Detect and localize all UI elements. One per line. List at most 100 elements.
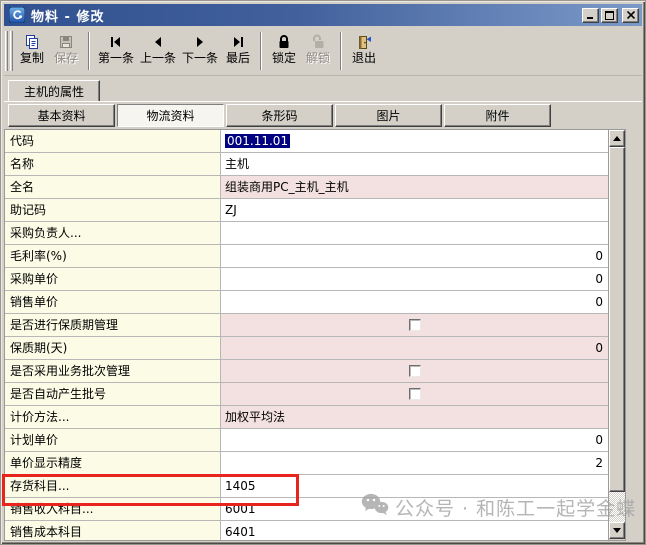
- vertical-scrollbar[interactable]: [608, 130, 625, 540]
- unlock-button[interactable]: 解锁: [301, 31, 335, 66]
- page-tab-label: 主机的属性: [24, 83, 84, 100]
- toolbar-separator: [260, 32, 262, 70]
- subtab-label: 条形码: [261, 107, 297, 124]
- table-row: 是否自动产生批号: [5, 383, 608, 406]
- tab-logistics-info[interactable]: 物流资料: [117, 104, 224, 127]
- table-row: 助记码ZJ: [5, 199, 608, 222]
- kingdee-logo-icon: [9, 7, 25, 23]
- row-label: 销售成本科目: [5, 521, 221, 540]
- toolbar-button-label: 下一条: [182, 50, 218, 66]
- row-label: 采购单价: [5, 268, 221, 290]
- scroll-up-button[interactable]: [609, 130, 625, 147]
- row-value[interactable]: ZJ: [221, 199, 608, 221]
- property-grid: 代码001.11.01名称主机全名组装商用PC_主机_主机助记码ZJ采购负责人.…: [4, 129, 626, 541]
- scroll-up-icon: [613, 136, 621, 141]
- exit-button[interactable]: 退出: [347, 31, 381, 66]
- row-value[interactable]: 001.11.01: [221, 130, 608, 152]
- subtab-label: 物流资料: [146, 107, 194, 124]
- next-record-icon: [192, 33, 208, 50]
- wechat-icon: [361, 493, 389, 521]
- watermark: 公众号 · 和陈工一起学金蝶: [361, 493, 636, 521]
- copy-icon: [24, 33, 40, 50]
- first-record-icon: [108, 33, 124, 50]
- subtab-label: 图片: [376, 107, 400, 124]
- subtab-strip: 基本资料 物流资料 条形码 图片 附件: [8, 104, 551, 127]
- checkbox[interactable]: [409, 365, 421, 377]
- maximize-icon: [605, 11, 614, 20]
- toolbar-button-label: 第一条: [98, 50, 134, 66]
- tab-attachment[interactable]: 附件: [444, 104, 551, 127]
- row-value[interactable]: 6401: [221, 521, 608, 540]
- copy-button[interactable]: 复制: [15, 31, 49, 66]
- table-row: 是否进行保质期管理: [5, 314, 608, 337]
- row-label: 是否进行保质期管理: [5, 314, 221, 336]
- scroll-down-button[interactable]: [609, 522, 625, 539]
- row-label: 采购负责人...: [5, 222, 221, 244]
- table-row: 计划单价0: [5, 429, 608, 452]
- subtab-label: 基本资料: [37, 107, 85, 124]
- subtab-label: 附件: [485, 107, 509, 124]
- scrollbar-thumb[interactable]: [609, 147, 625, 492]
- row-value[interactable]: 2: [221, 452, 608, 474]
- table-row: 保质期(天)0: [5, 337, 608, 360]
- table-row: 采购单价0: [5, 268, 608, 291]
- last-record-button[interactable]: 最后: [221, 31, 255, 66]
- row-label: 保质期(天): [5, 337, 221, 359]
- row-label: 销售单价: [5, 291, 221, 313]
- toolbar: 复制 保存 第一条 上一条: [5, 28, 641, 74]
- material-edit-window: 物料 - 修改 复制: [0, 0, 646, 545]
- last-record-icon: [230, 33, 246, 50]
- table-row: 计价方法...加权平均法: [5, 406, 608, 429]
- row-label: 代码: [5, 130, 221, 152]
- row-value[interactable]: 0: [221, 429, 608, 451]
- tab-basic-info[interactable]: 基本资料: [8, 104, 115, 127]
- row-value[interactable]: [221, 360, 608, 382]
- lock-icon: [276, 33, 292, 50]
- tab-host-properties[interactable]: 主机的属性: [8, 80, 100, 101]
- tab-picture[interactable]: 图片: [335, 104, 442, 127]
- window-title: 物料 - 修改: [31, 6, 104, 25]
- lock-button[interactable]: 锁定: [267, 31, 301, 66]
- row-value[interactable]: [221, 222, 608, 244]
- checkbox[interactable]: [409, 388, 421, 400]
- toolbar-button-label: 上一条: [140, 50, 176, 66]
- table-row: 销售单价0: [5, 291, 608, 314]
- row-value[interactable]: 加权平均法: [221, 406, 608, 428]
- row-value[interactable]: 组装商用PC_主机_主机: [221, 176, 608, 198]
- checkbox[interactable]: [409, 319, 421, 331]
- close-button[interactable]: [622, 8, 639, 23]
- row-value[interactable]: 0: [221, 291, 608, 313]
- row-label: 计划单价: [5, 429, 221, 451]
- row-label: 毛利率(%): [5, 245, 221, 267]
- row-label: 销售收入科目...: [5, 498, 221, 520]
- titlebar: 物料 - 修改: [4, 4, 642, 26]
- scroll-down-icon: [613, 528, 621, 533]
- table-row: 名称主机: [5, 153, 608, 176]
- toolbar-grip[interactable]: [10, 31, 13, 71]
- toolbar-button-label: 复制: [20, 50, 44, 66]
- minimize-button[interactable]: [582, 8, 599, 23]
- toolbar-button-label: 保存: [54, 50, 78, 66]
- previous-record-button[interactable]: 上一条: [137, 31, 179, 66]
- next-record-button[interactable]: 下一条: [179, 31, 221, 66]
- toolbar-grip[interactable]: [5, 31, 8, 71]
- table-row: 是否采用业务批次管理: [5, 360, 608, 383]
- row-label: 单价显示精度: [5, 452, 221, 474]
- row-label: 存货科目...: [5, 475, 221, 497]
- exit-icon: [356, 33, 372, 50]
- toolbar-divider: [4, 75, 642, 76]
- save-icon: [58, 33, 74, 50]
- row-value[interactable]: 主机: [221, 153, 608, 175]
- row-value[interactable]: 0: [221, 268, 608, 290]
- maximize-button[interactable]: [601, 8, 618, 23]
- table-row: 毛利率(%)0: [5, 245, 608, 268]
- unlock-icon: [310, 33, 326, 50]
- tab-barcode[interactable]: 条形码: [226, 104, 333, 127]
- first-record-button[interactable]: 第一条: [95, 31, 137, 66]
- save-button[interactable]: 保存: [49, 31, 83, 66]
- row-label: 是否采用业务批次管理: [5, 360, 221, 382]
- row-value[interactable]: 0: [221, 245, 608, 267]
- row-value[interactable]: 0: [221, 337, 608, 359]
- row-value[interactable]: [221, 383, 608, 405]
- row-value[interactable]: [221, 314, 608, 336]
